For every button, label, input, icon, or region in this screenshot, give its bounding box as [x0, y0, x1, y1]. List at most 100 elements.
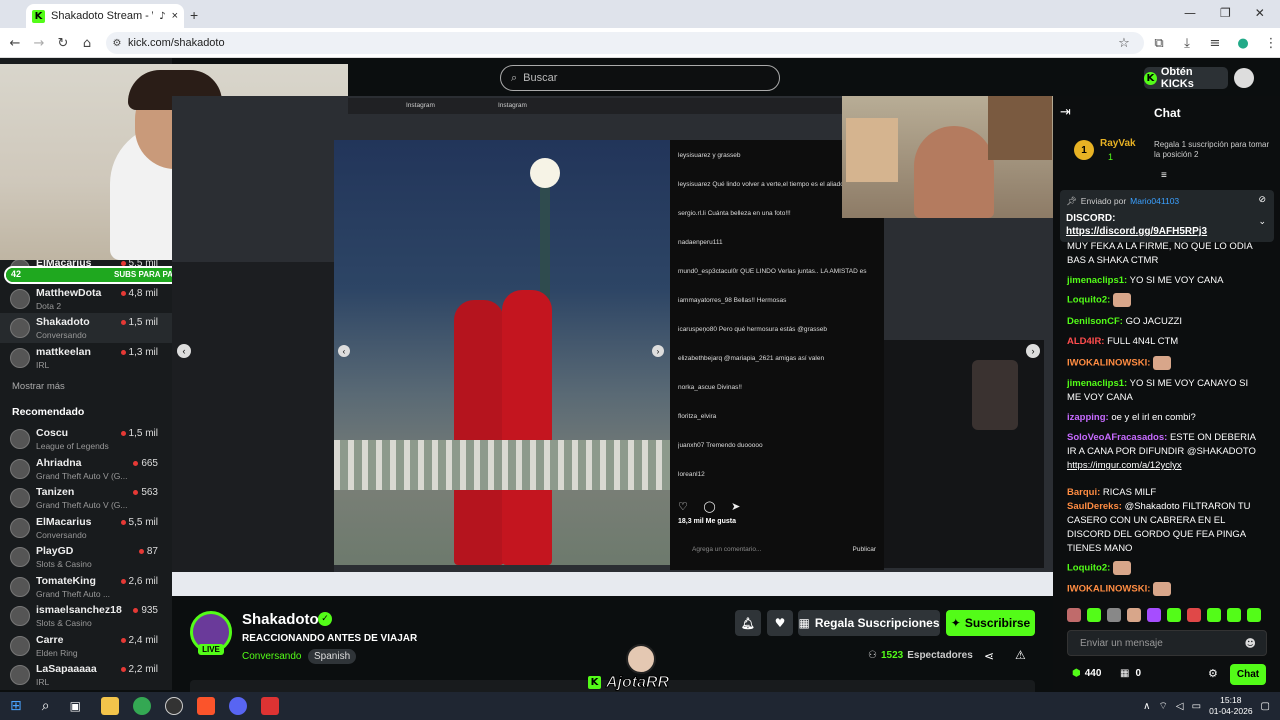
pinned-link[interactable]: https://discord.gg/9AFH5RPj3 — [1066, 226, 1207, 237]
new-tab-button[interactable]: + — [190, 7, 198, 23]
sidebar-channel-elmacarius[interactable]: ElMacariusConversando 5,5 mil — [0, 513, 172, 543]
chat-username[interactable]: ALD4IR: — [1067, 336, 1104, 347]
tab-audio-icon[interactable]: ♪ — [159, 11, 165, 22]
share-icon[interactable]: ⋖ — [984, 649, 994, 663]
reading-list-icon[interactable]: ≡ — [1206, 34, 1224, 52]
forward-icon[interactable]: → — [30, 34, 48, 52]
video-overlay-prev-icon[interactable]: ‹ — [177, 344, 191, 358]
reload-icon[interactable]: ↻ — [54, 34, 72, 52]
show-more-link[interactable]: Mostrar más — [12, 381, 65, 392]
chat-username[interactable]: Loquito2: — [1067, 563, 1110, 574]
sidebar-channel-mattkeelan[interactable]: mattkeelan IRL 1,3 mil — [0, 343, 172, 373]
channel-name[interactable]: Shakadoto — [242, 611, 319, 628]
emote-icon[interactable] — [1147, 608, 1161, 622]
notify-bell-button[interactable]: 🔔︎ — [735, 610, 761, 636]
emote-icon[interactable] — [1187, 608, 1201, 622]
menu-icon[interactable]: ⋮ — [1262, 34, 1280, 52]
sidebar-channel-carre[interactable]: Carre Elden Ring 2,4 mil — [0, 631, 172, 661]
get-kicks-button[interactable]: K Obtén KICKs — [1144, 66, 1228, 90]
home-icon[interactable]: ⌂ — [78, 34, 96, 52]
chrome-icon[interactable] — [132, 697, 151, 715]
chat-username[interactable]: izapping: — [1067, 412, 1109, 423]
bookmark-star-icon[interactable]: ☆ — [1115, 34, 1133, 52]
viewer-number: 935 — [141, 605, 158, 616]
back-icon[interactable]: ← — [6, 34, 24, 52]
emote-icon[interactable] — [1167, 608, 1181, 622]
network-icon[interactable]: ⌔ — [1159, 700, 1168, 713]
url-field[interactable]: kick.com/shakadoto — [106, 32, 1144, 54]
minimize-icon[interactable]: — — [1184, 6, 1196, 20]
search-input[interactable]: ⌕ Buscar — [500, 65, 780, 91]
sidebar-channel-matthewdota[interactable]: MatthewDota Dota 2 4,8 mil — [0, 284, 172, 314]
chat-username[interactable]: IWOKALINOWSKI: — [1067, 358, 1150, 369]
chat-username[interactable]: SaulDereks: — [1067, 501, 1122, 512]
clock[interactable]: 15:18 01-04-2026 — [1209, 695, 1252, 717]
sidebar-channel-tanizen[interactable]: Tanizen Grand Theft Auto V (G... 563 — [0, 483, 172, 513]
browser-tab[interactable]: K Shakadoto Stream - Watch ♪ × — [26, 4, 184, 28]
sidebar-channel-tomateking[interactable]: TomateKing Grand Theft Auto ... 2,6 mil — [0, 572, 172, 602]
instagram-likes: 18,3 mil Me gusta — [678, 518, 736, 525]
emote-icon[interactable] — [1067, 608, 1081, 622]
chat-send-button[interactable]: Chat — [1230, 664, 1266, 685]
emote-icon[interactable] — [1207, 608, 1221, 622]
emoji-picker-icon[interactable]: ☻ — [1245, 637, 1256, 650]
sidebar-channel-coscu[interactable]: Coscu League of Legends 1,5 mil — [0, 424, 172, 454]
emote-icon[interactable] — [1127, 608, 1141, 622]
emote-icon[interactable] — [1247, 608, 1261, 622]
windows-start-icon[interactable]: ⊞ — [10, 698, 22, 714]
discord-icon[interactable] — [228, 697, 247, 715]
extensions-icon[interactable]: ⧉ — [1150, 34, 1168, 52]
collapse-chat-icon[interactable]: ⇥ — [1060, 105, 1071, 120]
chat-username[interactable]: IWOKALINOWSKI: — [1067, 584, 1150, 595]
emote-icon[interactable] — [1227, 608, 1241, 622]
chat-settings-icon[interactable]: ⚙ — [1208, 667, 1218, 680]
sidebar-channel-lasapaaaaa[interactable]: LaSapaaaaa IRL 2,2 mil — [0, 660, 172, 690]
app-icon[interactable] — [260, 697, 279, 715]
profile-icon[interactable]: ● — [1234, 34, 1252, 52]
report-icon[interactable]: ⚠ — [1015, 648, 1026, 662]
emote-icon[interactable] — [1107, 608, 1121, 622]
chat-username[interactable]: DenilsonCF: — [1067, 316, 1123, 327]
chat-username[interactable]: jimenaclips1: — [1067, 275, 1127, 286]
stream-language-tag[interactable]: Spanish — [308, 649, 357, 664]
subscribe-button[interactable]: ✦ Suscribirse — [946, 610, 1035, 636]
chat-username[interactable]: Barqui: — [1067, 487, 1100, 498]
obs-icon[interactable] — [164, 697, 183, 715]
user-avatar[interactable] — [1234, 68, 1254, 88]
sidebar-channel-ismaelsanchez18[interactable]: ismaelsanchez18 Slots & Casino 935 — [0, 601, 172, 631]
gift-subs-button[interactable]: ▦ Regala Suscripciones — [798, 610, 940, 636]
carousel-prev-icon[interactable]: ‹ — [338, 345, 350, 357]
carousel-next-icon[interactable]: › — [652, 345, 664, 357]
sidebar-channel-ahriadna[interactable]: Ahriadna Grand Theft Auto V (G... 665 — [0, 454, 172, 484]
video-overlay-next-icon[interactable]: › — [1026, 344, 1040, 358]
notifications-icon[interactable]: ▢ — [1261, 701, 1270, 712]
emote-icon[interactable] — [1087, 608, 1101, 622]
task-view-icon[interactable]: ▣ — [70, 699, 81, 713]
volume-icon[interactable]: ◁ — [1176, 701, 1184, 712]
download-icon[interactable]: ⤓ — [1178, 34, 1196, 52]
pinned-user[interactable]: Mario041103 — [1130, 196, 1179, 207]
chat-input[interactable]: Enviar un mensaje ☻ — [1067, 630, 1267, 656]
taskbar-search-icon[interactable]: ⌕ — [42, 698, 50, 714]
follow-button[interactable]: ♥ — [767, 610, 793, 636]
file-explorer-icon[interactable] — [100, 697, 119, 715]
tray-chevron-icon[interactable]: ∧ — [1143, 701, 1150, 712]
chat-username[interactable]: jimenaclips1: — [1067, 378, 1127, 389]
tab-close-icon[interactable]: × — [172, 10, 178, 22]
sidebar-channel-shakadoto[interactable]: Shakadoto Conversando 1,5 mil — [0, 313, 172, 343]
gifter-name[interactable]: RayVak — [1100, 138, 1136, 149]
stream-category[interactable]: Conversando — [242, 651, 301, 662]
close-window-icon[interactable]: ✕ — [1255, 6, 1265, 20]
kicks-balance[interactable]: ⬢ 440 — [1072, 668, 1101, 679]
gifts-balance[interactable]: ▦ 0 — [1120, 668, 1141, 679]
maximize-icon[interactable]: ❐ — [1220, 6, 1231, 20]
chat-username[interactable]: SoloVeoAFracasados: — [1067, 432, 1167, 443]
unpin-icon[interactable]: ⊘ — [1258, 194, 1266, 205]
brave-icon[interactable] — [196, 697, 215, 715]
battery-icon[interactable]: ▭ — [1192, 701, 1201, 712]
chat-link[interactable]: https://imgur.com/a/12yclyx — [1067, 459, 1259, 473]
chat-username[interactable]: Loquito2: — [1067, 295, 1110, 306]
sidebar-channel-playgd[interactable]: PlayGD Slots & Casino 87 — [0, 542, 172, 572]
expand-pinned-icon[interactable]: ⌄ — [1258, 216, 1266, 227]
site-info-icon[interactable]: ⚙ — [108, 34, 126, 52]
